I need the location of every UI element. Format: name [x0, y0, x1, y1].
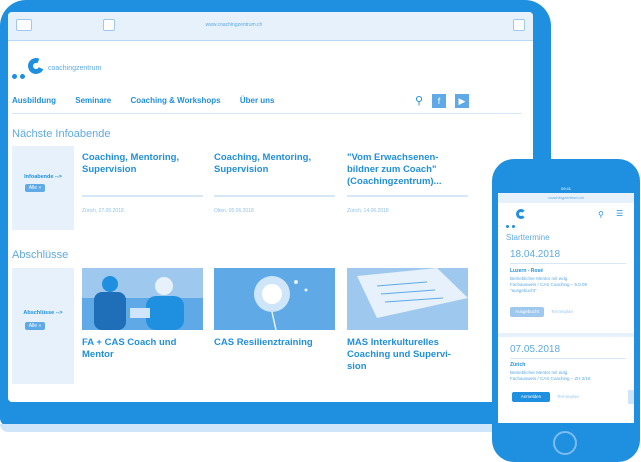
event-place: Zürich [510, 362, 526, 368]
infoabend-card-meta: Zürich, 27.05.2018 [82, 208, 124, 214]
hamburger-menu-icon[interactable]: ☰ [616, 209, 623, 218]
phone-logo-dots [506, 215, 518, 233]
infoabend-card-meta: Zürich, 14.06.2018 [347, 208, 389, 214]
infoabend-card-title[interactable]: Coaching, Mentoring, Supervision [82, 152, 202, 176]
course-image-paper[interactable] [347, 268, 468, 330]
event-separator [498, 333, 634, 337]
browser-toolbar: www.coachingzentrum.ch [8, 12, 533, 41]
event-register-button[interactable]: Anmelden [512, 392, 550, 402]
infoabend-card-title[interactable]: "Vom Erwachsenen-bildner zum Coach" (Coa… [347, 152, 465, 188]
section-title-infoabende: Nächste Infoabende [12, 128, 111, 140]
abschluesse-side-label: Abschlüsse --> [23, 310, 63, 316]
phone-screen: 09:41 coachingzentrum.ch ⚲ ☰ Starttermin… [498, 185, 634, 423]
event-schedule-button[interactable]: Terminplan [546, 307, 578, 317]
infoabende-side-label: Infoabende --> [24, 174, 62, 180]
youtube-icon[interactable]: ▶ [455, 94, 469, 108]
nav-item-ausbildung[interactable]: Ausbildung [12, 96, 56, 105]
event-divider [510, 263, 626, 264]
nav-item-seminare[interactable]: Seminare [75, 96, 111, 105]
card-divider [347, 195, 468, 197]
phone-logo-icon [516, 209, 526, 219]
course-card-title[interactable]: FA + CAS Coach und Mentor [82, 337, 202, 361]
search-icon[interactable]: ⚲ [412, 94, 426, 108]
phone-status-bar: 09:41 [498, 185, 634, 193]
course-card-title[interactable]: MAS Interkulturelles Coaching und Superv… [347, 337, 463, 373]
main-nav: Ausbildung Seminare Coaching & Workshops… [12, 96, 292, 105]
phone-scroll-indicator[interactable] [628, 390, 634, 404]
event-date: 07.05.2018 [510, 344, 561, 355]
section-title-abschluesse: Abschlüsse [12, 249, 69, 261]
infoabende-all-button[interactable]: Alle » [25, 184, 45, 192]
event-date: 18.04.2018 [510, 249, 561, 260]
event-schedule-button[interactable]: Terminplan [552, 392, 584, 402]
card-divider [82, 195, 203, 197]
abschluesse-sidebar: Abschlüsse --> Alle » [12, 268, 74, 384]
infoabende-sidebar: Infoabende --> Alle » [12, 146, 74, 230]
facebook-icon[interactable]: f [432, 94, 446, 108]
phone-home-button[interactable] [553, 431, 577, 455]
event-desc: "ausgebucht" [510, 288, 537, 293]
event-divider [510, 358, 626, 359]
course-image-people[interactable] [82, 268, 203, 330]
course-image-dandelion[interactable] [214, 268, 335, 330]
browser-menu-button[interactable] [513, 19, 525, 31]
event-place: Luzern - Rosé [510, 268, 544, 274]
phone-heading: Starttermine [506, 233, 550, 242]
phone-search-icon[interactable]: ⚲ [598, 210, 604, 219]
infoabend-card-title[interactable]: Coaching, Mentoring, Supervision [214, 152, 334, 176]
infoabend-card-meta: Olten, 05.06.2018 [214, 208, 254, 214]
address-bar[interactable]: www.coachingzentrum.ch [104, 18, 364, 32]
event-desc: Fachausweis / CAS Coaching – ZH 2/18 [510, 376, 591, 381]
course-card-title[interactable]: CAS Resilienztraining [214, 337, 334, 349]
abschluesse-all-button[interactable]: Alle » [25, 322, 45, 330]
card-divider [214, 195, 335, 197]
logo-text: coachingzentrum [48, 65, 102, 72]
browser-back-button[interactable] [16, 19, 32, 31]
nav-item-coaching-workshops[interactable]: Coaching & Workshops [131, 96, 221, 105]
nav-divider [12, 113, 522, 114]
event-primary-button[interactable]: Ausgebucht [510, 307, 544, 317]
nav-item-ueber-uns[interactable]: Über uns [240, 96, 275, 105]
logo-dots [12, 66, 28, 84]
phone-address-bar[interactable]: coachingzentrum.ch [498, 193, 634, 203]
